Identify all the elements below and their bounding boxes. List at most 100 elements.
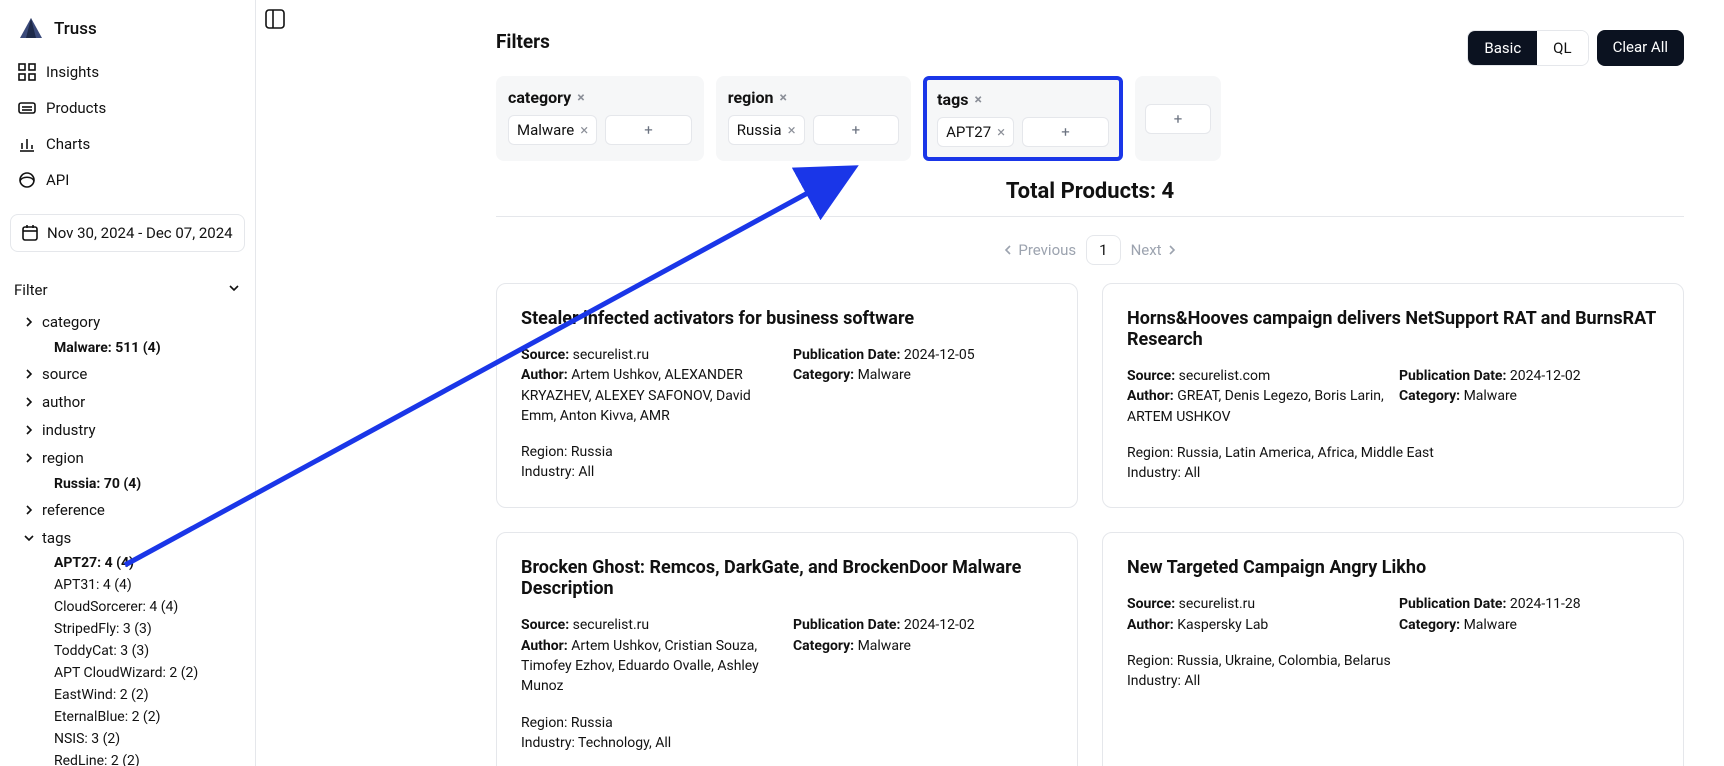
mode-basic-button[interactable]: Basic: [1468, 31, 1537, 65]
pill-remove-icon[interactable]: ×: [997, 123, 1005, 141]
chip-add-value-button[interactable]: +: [605, 115, 692, 145]
chip-remove-icon[interactable]: ×: [577, 90, 584, 106]
nav-products[interactable]: Products: [8, 92, 247, 124]
toggle-sidebar-button[interactable]: [264, 8, 286, 30]
source-value: securelist.ru: [569, 617, 649, 633]
filter-tag-item[interactable]: RedLine: 2 (2): [8, 750, 247, 766]
pager-prev-label: Previous: [1018, 241, 1076, 259]
filter-tag-item[interactable]: ToddyCat: 3 (3): [8, 640, 247, 662]
filter-tag-item[interactable]: APT31: 4 (4): [8, 574, 247, 596]
add-filter-button[interactable]: +: [1145, 104, 1212, 134]
api-icon: [18, 171, 36, 189]
filter-source[interactable]: source: [8, 360, 247, 388]
source-value: securelist.ru: [569, 347, 649, 363]
region-label: Region:: [521, 444, 567, 460]
filter-category[interactable]: category: [8, 308, 247, 336]
chip-label: region: [728, 88, 774, 107]
source-value: securelist.com: [1175, 368, 1270, 384]
region-value: Russia: [567, 444, 612, 460]
sidebar: Truss Insights Products Charts API Nov 3…: [0, 0, 256, 766]
filter-tag-item[interactable]: CloudSorcerer: 4 (4): [8, 596, 247, 618]
product-card[interactable]: Horns&Hooves campaign delivers NetSuppor…: [1102, 283, 1684, 508]
date-label: Publication Date:: [1399, 596, 1506, 612]
product-card[interactable]: Brocken Ghost: Remcos, DarkGate, and Bro…: [496, 532, 1078, 766]
products-icon: [18, 99, 36, 117]
nav-insights[interactable]: Insights: [8, 56, 247, 88]
filter-region[interactable]: region: [8, 444, 247, 472]
chip-value: Malware: [517, 121, 574, 139]
filter-label: tags: [42, 529, 71, 547]
total-products-label: Total Products: 4: [496, 179, 1684, 204]
chip-add-filter[interactable]: +: [1135, 76, 1222, 161]
filter-reference[interactable]: reference: [8, 496, 247, 524]
nav-charts[interactable]: Charts: [8, 128, 247, 160]
filter-category-value[interactable]: Malware: 511 (4): [8, 336, 247, 360]
chip-add-value-button[interactable]: +: [813, 115, 900, 145]
industry-value: Technology, All: [575, 735, 671, 751]
author-label: Author:: [1127, 617, 1174, 633]
filter-region-value[interactable]: Russia: 70 (4): [8, 472, 247, 496]
nav-label: API: [46, 171, 69, 189]
date-label: Publication Date:: [793, 347, 900, 363]
clear-all-button[interactable]: Clear All: [1597, 30, 1684, 66]
industry-value: All: [1181, 465, 1200, 481]
filter-tags[interactable]: tags: [8, 524, 247, 552]
industry-label: Industry:: [1127, 465, 1181, 481]
author-label: Author:: [521, 638, 568, 654]
date-value: 2024-12-02: [900, 617, 974, 633]
date-label: Publication Date:: [793, 617, 900, 633]
industry-label: Industry:: [1127, 673, 1181, 689]
chip-value-pill: Russia ×: [728, 115, 805, 145]
filter-tag-item[interactable]: StripedFly: 3 (3): [8, 618, 247, 640]
date-range-picker[interactable]: Nov 30, 2024 - Dec 07, 2024: [10, 214, 245, 252]
chip-value: Russia: [737, 121, 782, 139]
chip-region: region × Russia × +: [716, 76, 911, 161]
divider: [496, 216, 1684, 217]
chip-value-pill: Malware ×: [508, 115, 597, 145]
author-label: Author:: [521, 367, 568, 383]
pill-remove-icon[interactable]: ×: [580, 121, 588, 139]
mode-ql-button[interactable]: QL: [1537, 31, 1587, 65]
product-cards: Stealer infected activators for business…: [496, 283, 1684, 766]
chip-remove-icon[interactable]: ×: [780, 90, 787, 106]
calendar-icon: [21, 224, 39, 242]
chip-add-value-button[interactable]: +: [1022, 117, 1109, 147]
filters-title: Filters: [496, 30, 550, 53]
filter-label: industry: [42, 421, 96, 439]
chip-tags-highlighted: tags × APT27 × +: [923, 76, 1123, 161]
pill-remove-icon[interactable]: ×: [788, 121, 796, 139]
product-card[interactable]: Stealer infected activators for business…: [496, 283, 1078, 508]
pager-next-label: Next: [1131, 241, 1162, 259]
filter-label: reference: [42, 501, 105, 519]
filter-tag-item[interactable]: NSIS: 3 (2): [8, 728, 247, 750]
source-label: Source:: [521, 617, 569, 633]
filter-tag-item[interactable]: APT CloudWizard: 2 (2): [8, 662, 247, 684]
product-card[interactable]: New Targeted Campaign Angry Likho Source…: [1102, 532, 1684, 766]
industry-label: Industry:: [521, 735, 575, 751]
chip-remove-icon[interactable]: ×: [974, 92, 981, 108]
source-label: Source:: [1127, 368, 1175, 384]
mode-toggle: Basic QL: [1467, 30, 1588, 66]
filter-label: author: [42, 393, 85, 411]
chip-label: tags: [937, 90, 968, 109]
brand-row: Truss: [8, 10, 247, 52]
industry-value: All: [575, 464, 594, 480]
filter-author[interactable]: author: [8, 388, 247, 416]
chevron-right-icon: [22, 395, 36, 409]
category-label: Category:: [1399, 388, 1460, 404]
pager-next[interactable]: Next: [1131, 241, 1178, 259]
region-label: Region:: [521, 715, 567, 731]
date-value: 2024-11-28: [1506, 596, 1580, 612]
nav-api[interactable]: API: [8, 164, 247, 196]
region-value: Russia, Ukraine, Colombia, Belarus: [1173, 653, 1390, 669]
chevron-down-icon: [22, 531, 36, 545]
app-name: Truss: [54, 19, 97, 39]
filter-tag-item[interactable]: EternalBlue: 2 (2): [8, 706, 247, 728]
chevron-right-icon: [22, 367, 36, 381]
pager-page-button[interactable]: 1: [1086, 235, 1120, 265]
filter-industry[interactable]: industry: [8, 416, 247, 444]
pager-prev[interactable]: Previous: [1002, 241, 1076, 259]
filter-tag-item[interactable]: EastWind: 2 (2): [8, 684, 247, 706]
filter-header[interactable]: Filter: [8, 274, 247, 306]
filter-tag-item[interactable]: APT27: 4 (4): [8, 552, 247, 574]
